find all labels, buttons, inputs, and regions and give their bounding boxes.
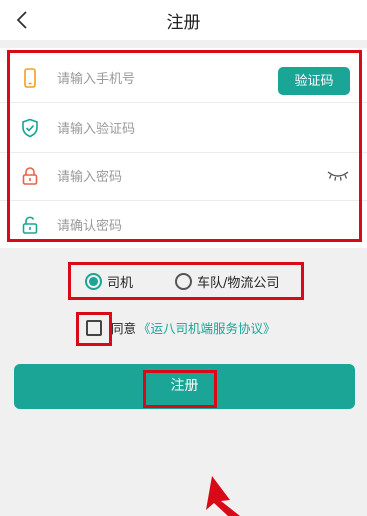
- radio-unselected-icon: [175, 272, 192, 290]
- role-option-fleet[interactable]: 车队/物流公司: [175, 268, 279, 294]
- confirm-password-input[interactable]: [55, 212, 269, 240]
- verification-code-input[interactable]: [55, 115, 269, 143]
- code-row: [0, 103, 367, 153]
- register-button[interactable]: 注册: [14, 364, 355, 409]
- role-option-label: 司机: [107, 275, 134, 291]
- agreement-link[interactable]: 《运八司机端服务协议》: [138, 318, 276, 337]
- header-bar: 注册: [0, 0, 367, 40]
- radio-selected-icon: [85, 272, 102, 290]
- agreement-prefix: 同意: [111, 321, 137, 336]
- confirm-password-row: [0, 200, 367, 250]
- register-button-label: 注册: [170, 378, 199, 394]
- register-form: 验证码: [0, 48, 367, 248]
- role-option-label: 车队/物流公司: [197, 275, 280, 291]
- page-title: 注册: [166, 13, 201, 33]
- phone-row: 验证码: [0, 53, 367, 103]
- phone-icon: [24, 68, 36, 88]
- agreement-checkbox[interactable]: [86, 320, 102, 336]
- password-row: [0, 151, 367, 201]
- role-option-driver[interactable]: 司机: [85, 268, 133, 294]
- shield-check-icon: [22, 118, 38, 138]
- get-code-button[interactable]: 验证码: [278, 67, 350, 95]
- phone-input[interactable]: [55, 65, 269, 93]
- eye-closed-icon[interactable]: [327, 168, 349, 182]
- unlock-icon: [22, 216, 38, 234]
- lock-icon: [22, 167, 38, 185]
- annotation-arrow-icon: [206, 476, 240, 516]
- password-input[interactable]: [55, 163, 269, 191]
